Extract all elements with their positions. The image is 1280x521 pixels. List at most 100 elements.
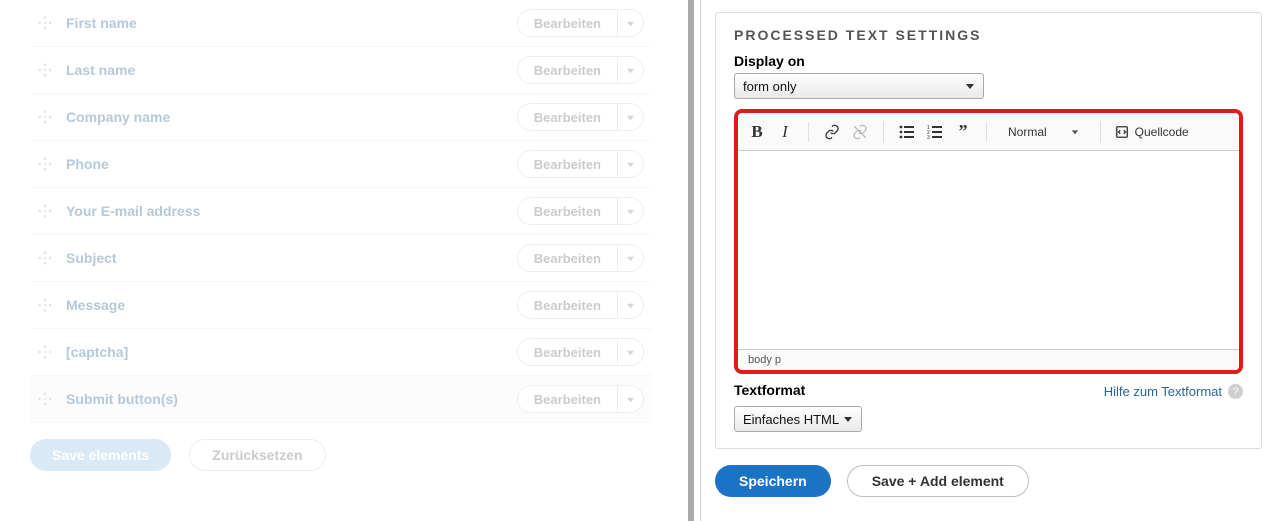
edit-button-group: Bearbeiten	[517, 385, 644, 413]
settings-panel: PROCESSED TEXT SETTINGS Display on form …	[700, 0, 1276, 521]
drag-handle-icon[interactable]	[38, 251, 52, 265]
element-row[interactable]: Phone Bearbeiten	[30, 141, 652, 188]
drag-handle-icon[interactable]	[38, 157, 52, 171]
source-icon	[1115, 125, 1129, 139]
textformat-select[interactable]: Einfaches HTML	[734, 406, 862, 432]
edit-button-group: Bearbeiten	[517, 9, 644, 37]
edit-dropdown-button[interactable]	[618, 197, 644, 225]
elements-list: First name Bearbeiten Last name Bearbeit…	[30, 0, 652, 423]
textformat-help-link[interactable]: Hilfe zum Textformat ?	[1104, 384, 1243, 399]
drag-handle-icon[interactable]	[38, 298, 52, 312]
settings-title: PROCESSED TEXT SETTINGS	[734, 27, 1243, 43]
edit-button[interactable]: Bearbeiten	[517, 244, 618, 272]
help-link-text: Hilfe zum Textformat	[1104, 384, 1222, 399]
numbered-list-button[interactable]: 123	[926, 123, 944, 141]
svg-text:3: 3	[927, 135, 930, 140]
element-row[interactable]: Message Bearbeiten	[30, 282, 652, 329]
format-label: Normal	[1008, 125, 1047, 139]
chevron-down-icon	[965, 81, 975, 91]
toolbar-group-list: 123 ”	[898, 123, 972, 141]
help-icon: ?	[1228, 384, 1243, 399]
element-label[interactable]: First name	[66, 15, 517, 31]
textformat-value: Einfaches HTML	[743, 412, 839, 427]
edit-button-group: Bearbeiten	[517, 150, 644, 178]
element-row[interactable]: First name Bearbeiten	[30, 0, 652, 47]
drag-handle-icon[interactable]	[38, 392, 52, 406]
separator	[808, 122, 809, 142]
editor-content-area[interactable]	[738, 151, 1239, 349]
edit-button-group: Bearbeiten	[517, 291, 644, 319]
source-code-button[interactable]: Quellcode	[1115, 125, 1189, 139]
display-on-label: Display on	[734, 53, 1243, 69]
edit-dropdown-button[interactable]	[618, 103, 644, 131]
textformat-label: Textformat	[734, 382, 862, 398]
element-label[interactable]: Last name	[66, 62, 517, 78]
elements-actions: Save elements Zurücksetzen	[30, 439, 652, 471]
edit-button[interactable]: Bearbeiten	[517, 338, 618, 366]
edit-button-group: Bearbeiten	[517, 197, 644, 225]
editor-elements-path[interactable]: body p	[738, 349, 1239, 370]
bullet-list-button[interactable]	[898, 123, 916, 141]
drag-handle-icon[interactable]	[38, 16, 52, 30]
chevron-down-icon	[1071, 128, 1079, 136]
edit-dropdown-button[interactable]	[618, 9, 644, 37]
element-label[interactable]: Message	[66, 297, 517, 313]
element-row[interactable]: Last name Bearbeiten	[30, 47, 652, 94]
element-row[interactable]: Submit button(s) Bearbeiten	[30, 376, 652, 423]
bold-button[interactable]: B	[748, 123, 766, 141]
rich-text-editor: B I	[734, 109, 1243, 374]
form-actions: Speichern Save + Add element	[715, 465, 1262, 497]
unlink-button[interactable]	[851, 123, 869, 141]
element-row[interactable]: [captcha] Bearbeiten	[30, 329, 652, 376]
toolbar-group-text: B I	[748, 123, 794, 141]
element-label[interactable]: Company name	[66, 109, 517, 125]
edit-button[interactable]: Bearbeiten	[517, 56, 618, 84]
edit-button[interactable]: Bearbeiten	[517, 385, 618, 413]
display-on-select[interactable]: form only	[734, 73, 984, 99]
drag-handle-icon[interactable]	[38, 204, 52, 218]
blockquote-button[interactable]: ”	[954, 123, 972, 141]
edit-button[interactable]: Bearbeiten	[517, 197, 618, 225]
element-label[interactable]: [captcha]	[66, 344, 517, 360]
separator	[1100, 122, 1101, 142]
element-label[interactable]: Phone	[66, 156, 517, 172]
edit-button[interactable]: Bearbeiten	[517, 150, 618, 178]
edit-dropdown-button[interactable]	[618, 338, 644, 366]
edit-dropdown-button[interactable]	[618, 56, 644, 84]
edit-button-group: Bearbeiten	[517, 244, 644, 272]
drag-handle-icon[interactable]	[38, 345, 52, 359]
processed-text-settings-fieldset: PROCESSED TEXT SETTINGS Display on form …	[715, 12, 1262, 449]
element-label[interactable]: Submit button(s)	[66, 391, 517, 407]
form-elements-panel: First name Bearbeiten Last name Bearbeit…	[0, 0, 682, 521]
separator	[986, 122, 987, 142]
drag-handle-icon[interactable]	[38, 63, 52, 77]
separator	[883, 122, 884, 142]
edit-dropdown-button[interactable]	[618, 385, 644, 413]
edit-button[interactable]: Bearbeiten	[517, 103, 618, 131]
element-row[interactable]: Your E-mail address Bearbeiten	[30, 188, 652, 235]
edit-dropdown-button[interactable]	[618, 150, 644, 178]
edit-button-group: Bearbeiten	[517, 338, 644, 366]
display-on-value: form only	[743, 79, 796, 94]
editor-toolbar: B I	[738, 113, 1239, 151]
save-button[interactable]: Speichern	[715, 465, 831, 497]
edit-button[interactable]: Bearbeiten	[517, 291, 618, 319]
edit-dropdown-button[interactable]	[618, 244, 644, 272]
drag-handle-icon[interactable]	[38, 110, 52, 124]
edit-dropdown-button[interactable]	[618, 291, 644, 319]
save-elements-button[interactable]: Save elements	[30, 439, 171, 471]
element-label[interactable]: Your E-mail address	[66, 203, 517, 219]
edit-button[interactable]: Bearbeiten	[517, 9, 618, 37]
reset-button[interactable]: Zurücksetzen	[189, 439, 325, 471]
toolbar-group-link	[823, 123, 869, 141]
source-label: Quellcode	[1135, 125, 1189, 139]
settings-panel-outer: PROCESSED TEXT SETTINGS Display on form …	[688, 0, 1276, 521]
element-label[interactable]: Subject	[66, 250, 517, 266]
element-row[interactable]: Subject Bearbeiten	[30, 235, 652, 282]
italic-button[interactable]: I	[776, 123, 794, 141]
edit-button-group: Bearbeiten	[517, 56, 644, 84]
element-row[interactable]: Company name Bearbeiten	[30, 94, 652, 141]
save-add-element-button[interactable]: Save + Add element	[847, 465, 1029, 497]
paragraph-format-dropdown[interactable]: Normal	[1001, 122, 1086, 142]
link-button[interactable]	[823, 123, 841, 141]
